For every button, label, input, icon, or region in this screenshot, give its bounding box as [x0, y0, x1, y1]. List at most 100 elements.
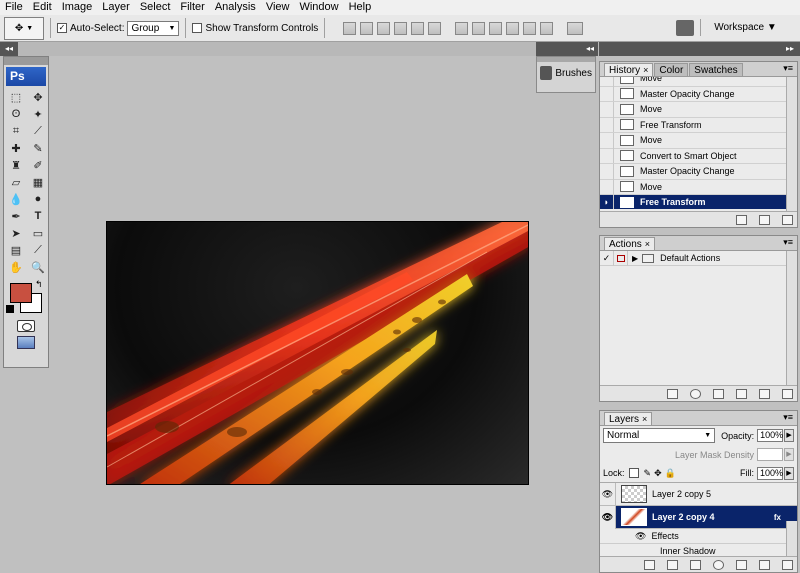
history-snapshot-checkbox[interactable] — [600, 132, 614, 148]
notes-tool-icon[interactable]: ▤ — [6, 242, 26, 258]
snapshot-icon[interactable] — [759, 214, 770, 225]
menu-edit[interactable]: Edit — [28, 0, 57, 15]
magic-wand-tool-icon[interactable]: ✦ — [28, 106, 48, 122]
panel-menu-icon[interactable]: ▾≡ — [783, 412, 793, 423]
default-colors-icon[interactable] — [6, 305, 14, 313]
stop-icon[interactable] — [667, 388, 678, 399]
gradient-tool-icon[interactable]: ▦ — [28, 174, 48, 190]
lock-all-icon[interactable]: 🔒 — [665, 468, 676, 479]
auto-select-dropdown[interactable]: Group ▼ — [127, 20, 180, 36]
toolbox-grip[interactable] — [4, 57, 48, 65]
menu-image[interactable]: Image — [57, 0, 98, 15]
menu-select[interactable]: Select — [135, 0, 176, 15]
menu-view[interactable]: View — [261, 0, 295, 15]
expand-triangle-icon[interactable]: ▶ — [632, 254, 638, 263]
record-icon[interactable] — [690, 388, 701, 399]
swap-colors-icon[interactable]: ↰ — [35, 279, 43, 290]
blend-mode-dropdown[interactable]: Normal ▼ — [603, 428, 716, 443]
panel-menu-icon[interactable]: ▾≡ — [783, 237, 793, 248]
brush-tool-icon[interactable]: ✎ — [28, 140, 48, 156]
align-vertical-center-icon[interactable] — [360, 21, 374, 35]
collapse-brushes-icon[interactable]: ◂◂ — [536, 42, 598, 56]
history-snapshot-checkbox[interactable] — [600, 101, 614, 117]
distribute-horizontal-center-icon[interactable] — [523, 21, 537, 35]
healing-brush-tool-icon[interactable]: ✚ — [6, 140, 26, 156]
brushes-button[interactable]: Brushes — [537, 62, 595, 84]
history-snapshot-checkbox[interactable] — [600, 163, 614, 179]
menu-help[interactable]: Help — [344, 0, 377, 15]
hand-tool-icon[interactable]: ✋ — [6, 259, 26, 275]
actions-scrollbar[interactable] — [786, 251, 797, 386]
history-snapshot-checkbox[interactable] — [600, 148, 614, 164]
layer-style-fx-icon[interactable] — [667, 559, 678, 570]
type-tool-icon[interactable]: T — [28, 208, 48, 224]
lock-image-icon[interactable]: ✎ — [644, 468, 652, 479]
menu-layer[interactable]: Layer — [97, 0, 135, 15]
effects-row[interactable]: 👁 Effects — [600, 529, 797, 544]
auto-select-checkbox[interactable]: ✓ — [57, 23, 67, 33]
blur-tool-icon[interactable]: 💧 — [6, 191, 26, 207]
history-snapshot-checkbox[interactable] — [600, 179, 614, 195]
history-snapshot-checkbox[interactable] — [600, 117, 614, 133]
action-toggle-checkbox[interactable]: ✓ — [600, 250, 614, 266]
menu-window[interactable]: Window — [294, 0, 343, 15]
link-layers-icon[interactable] — [644, 559, 655, 570]
auto-align-layers-icon[interactable] — [567, 21, 584, 35]
history-item[interactable]: Move — [600, 179, 787, 195]
layer-row-selected[interactable]: 👁 Layer 2 copy 4 fx — [600, 505, 797, 529]
layers-scrollbar[interactable] — [786, 521, 797, 558]
shape-tool-icon[interactable]: ▭ — [28, 225, 48, 241]
tab-history[interactable]: History × — [604, 63, 654, 76]
distribute-right-icon[interactable] — [540, 21, 554, 35]
workspace-menu[interactable]: Workspace ▼ — [700, 19, 790, 36]
marquee-tool-icon[interactable]: ⬚ — [6, 89, 26, 105]
show-transform-checkbox[interactable] — [192, 23, 203, 33]
adjustment-layer-icon[interactable] — [713, 559, 724, 570]
workspace-icon[interactable] — [676, 20, 694, 36]
align-horizontal-center-icon[interactable] — [411, 21, 425, 35]
path-selection-tool-icon[interactable]: ➤ — [6, 225, 26, 241]
distribute-vertical-center-icon[interactable] — [472, 21, 486, 35]
eyedropper-tool-icon[interactable]: ⟋ — [28, 242, 48, 258]
history-snapshot-checkbox[interactable] — [600, 86, 614, 102]
screen-mode-icon[interactable] — [17, 336, 35, 349]
document-canvas[interactable] — [106, 221, 529, 485]
clone-stamp-tool-icon[interactable]: ♜ — [6, 157, 26, 173]
new-action-icon[interactable] — [759, 388, 770, 399]
tab-layers[interactable]: Layers × — [604, 412, 653, 425]
visibility-eye-icon[interactable]: 👁 — [600, 505, 616, 529]
fill-input[interactable]: 100% — [757, 466, 783, 480]
new-set-icon[interactable] — [736, 388, 747, 399]
history-item[interactable]: Free Transform — [600, 117, 787, 133]
new-layer-icon[interactable] — [759, 559, 770, 570]
fx-icon[interactable]: fx — [774, 513, 781, 522]
lasso-tool-icon[interactable]: ʘ — [6, 106, 26, 122]
history-item[interactable]: Convert to Smart Object — [600, 148, 787, 164]
distribute-left-icon[interactable] — [506, 21, 520, 35]
auto-select-option[interactable]: ✓ Auto-Select: — [57, 23, 124, 34]
collapse-toolbox-icon[interactable]: ◂◂ — [0, 42, 18, 56]
foreground-color-swatch[interactable] — [10, 283, 32, 303]
history-item[interactable]: Move — [600, 132, 787, 149]
align-right-icon[interactable] — [428, 21, 442, 35]
zoom-tool-icon[interactable]: 🔍 — [28, 259, 48, 275]
menu-file[interactable]: File — [0, 0, 28, 15]
lock-position-icon[interactable]: ✥ — [654, 468, 662, 479]
new-document-from-state-icon[interactable] — [736, 214, 747, 225]
fill-slider-button[interactable]: ▶ — [784, 466, 794, 480]
panel-menu-icon[interactable]: ▾≡ — [783, 63, 793, 74]
trash-icon[interactable] — [782, 559, 793, 570]
play-icon[interactable] — [713, 388, 724, 399]
effects-eye-icon[interactable]: 👁 — [635, 531, 646, 542]
slice-tool-icon[interactable]: ⟋ — [28, 123, 48, 139]
distribute-top-icon[interactable] — [455, 21, 469, 35]
tab-swatches[interactable]: Swatches — [689, 63, 743, 76]
align-top-icon[interactable] — [343, 21, 357, 35]
photoshop-logo[interactable]: Ps — [6, 67, 46, 86]
close-icon[interactable]: × — [643, 65, 648, 75]
add-mask-icon[interactable] — [690, 559, 701, 570]
history-state-marker-icon[interactable]: ◗ — [600, 194, 614, 209]
quick-mask-icon[interactable] — [17, 320, 35, 332]
opacity-input[interactable]: 100% — [757, 429, 783, 442]
trash-icon[interactable] — [782, 214, 793, 225]
